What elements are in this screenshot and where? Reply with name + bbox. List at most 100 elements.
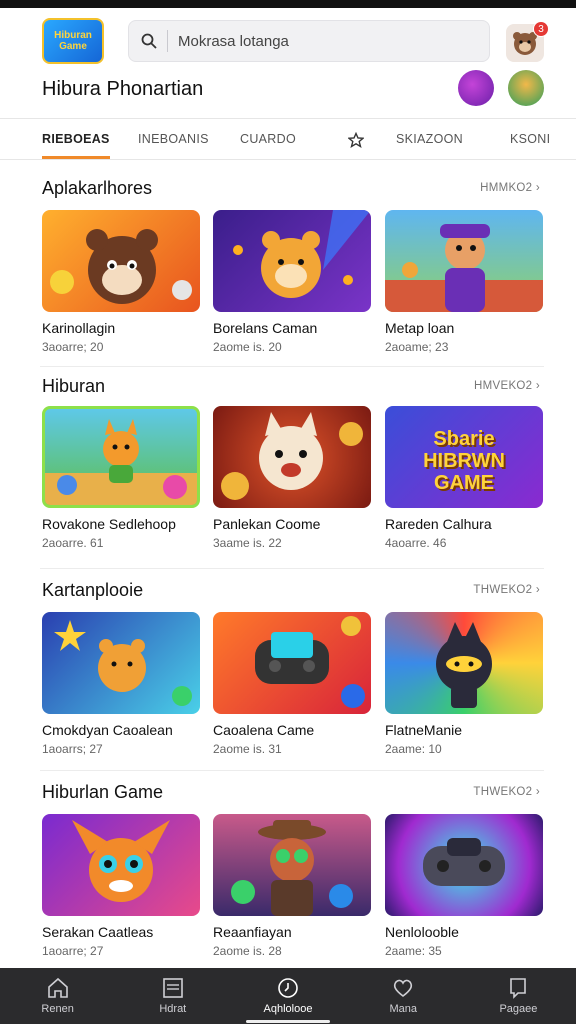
game-name: Rareden Calhura — [385, 516, 492, 532]
tab-ksoni[interactable]: KSONI — [510, 119, 550, 159]
game-card[interactable]: Caoalena Came 2aome is. 31 — [213, 612, 371, 756]
game-card[interactable]: Sbarie HIBRWN GAME Rareden Calhura 4aoar… — [385, 406, 543, 550]
game-card[interactable]: Panlekan Coome 3aame is. 22 — [213, 406, 371, 550]
hamster-character-icon — [233, 210, 371, 298]
game-name: Reaanfiayan — [213, 924, 292, 940]
game-thumbnail: Sbarie HIBRWN GAME — [385, 406, 543, 508]
game-meta: 1aoarre; 27 — [42, 944, 104, 958]
search-icon — [141, 33, 157, 49]
game-thumbnail — [213, 406, 371, 508]
fox-character-icon — [72, 820, 170, 902]
see-more-link[interactable]: THWEKO2 › — [473, 786, 540, 798]
game-name: Rovakone Sedlehoop — [42, 516, 176, 532]
game-card[interactable]: Reaanfiayan 2aome is. 28 — [213, 814, 371, 958]
game-meta: 2aome is. 31 — [213, 742, 282, 756]
brand-row: Hibura Phonartian — [0, 68, 576, 112]
character-avatar-icon[interactable] — [508, 70, 544, 106]
section-aplakarlhores: Aplakarlhores HMMKO2 › Karinollagin 3aoa… — [0, 160, 576, 366]
game-name: Cmokdyan Caoalean — [42, 722, 173, 738]
section-kartanplooie: Kartanplooie THWEKO2 › Cmokdyan Caoalean… — [0, 568, 576, 770]
game-meta: 2aome is. 28 — [213, 944, 282, 958]
game-meta: 2aame: 35 — [385, 944, 442, 958]
nav-pages[interactable]: Pagaee — [461, 968, 576, 1024]
tab-cuardo[interactable]: CUARDO — [240, 119, 296, 159]
section-title: Kartanplooie — [42, 580, 144, 600]
gamepad-icon — [255, 616, 365, 708]
game-thumbnail — [42, 612, 200, 714]
game-card[interactable]: Borelans Caman 2aome is. 20 — [213, 210, 371, 354]
category-tabs: RIEBOEAS INEBOANIS CUARDO SKIAZOON KSONI — [0, 118, 576, 160]
game-meta: 2aome is. 20 — [213, 340, 282, 354]
gamepad-icon — [423, 838, 505, 886]
status-bar — [0, 0, 576, 8]
tab-rieboeas[interactable]: RIEBOEAS — [42, 119, 110, 159]
game-thumbnail — [213, 612, 371, 714]
game-name: Serakan Caatleas — [42, 924, 154, 940]
hero-character-icon — [385, 224, 543, 312]
game-meta: 3aame is. 22 — [213, 536, 282, 550]
nav-home[interactable]: Renen — [0, 968, 115, 1024]
game-logo-art: Sbarie HIBRWN GAME — [423, 428, 505, 494]
notification-badge: 3 — [533, 21, 549, 37]
page-title: Hibura Phonartian — [42, 78, 204, 100]
game-thumbnail — [42, 210, 200, 312]
game-controller-icon[interactable] — [458, 70, 494, 106]
star-icon — [347, 131, 365, 148]
home-indicator — [246, 1020, 330, 1023]
tab-skiazoon[interactable]: SKIAZOON — [396, 119, 463, 159]
game-thumbnail — [385, 210, 543, 312]
bottom-nav: Renen Hdrat Aqhlolooe Mana Pagaee — [0, 968, 576, 1024]
clock-icon — [278, 978, 298, 998]
cat-character-icon — [221, 412, 363, 500]
game-meta: 2aame: 10 — [385, 742, 442, 756]
app-logo[interactable]: Hiburan Game — [42, 18, 104, 64]
search-input[interactable] — [178, 32, 458, 50]
game-thumbnail — [213, 814, 371, 916]
search-bar[interactable] — [128, 20, 490, 62]
game-card[interactable]: Karinollagin 3aoarre; 20 — [42, 210, 200, 354]
section-hiburan: Hiburan HMVEKO2 › Rovakone Sedlehoop 2ao… — [0, 366, 576, 568]
hamster-character-icon — [54, 620, 192, 706]
game-name: Panlekan Coome — [213, 516, 321, 532]
game-meta: 2aoame; 23 — [385, 340, 449, 354]
see-more-link[interactable]: THWEKO2 › — [473, 584, 540, 596]
game-thumbnail — [213, 210, 371, 312]
heart-icon — [394, 979, 413, 998]
game-card[interactable]: Serakan Caatleas 1aoarre; 27 — [42, 814, 200, 958]
game-name: Borelans Caman — [213, 320, 318, 336]
see-more-link[interactable]: HMMKO2 › — [480, 182, 540, 194]
game-card[interactable]: Nenlolooble 2aame: 35 — [385, 814, 543, 958]
bear-character-icon — [50, 229, 192, 304]
search-divider — [167, 30, 168, 52]
home-icon — [47, 977, 68, 998]
game-thumbnail — [42, 814, 200, 916]
ninja-character-icon — [436, 622, 492, 708]
tab-ineboanis[interactable]: INEBOANIS — [138, 119, 209, 159]
see-more-link[interactable]: HMVEKO2 › — [474, 380, 540, 392]
game-name: Karinollagin — [42, 320, 116, 336]
nav-activity[interactable]: Aqhlolooe — [230, 968, 345, 1024]
game-name: Caoalena Came — [213, 722, 315, 738]
page-icon — [510, 978, 527, 999]
game-card[interactable]: FlatneManie 2aame: 10 — [385, 612, 543, 756]
game-card[interactable]: Cmokdyan Caoalean 1aoarrs; 27 — [42, 612, 200, 756]
game-card[interactable]: Rovakone Sedlehoop 2aoarre. 61 — [42, 406, 200, 550]
game-meta: 2aoarre. 61 — [42, 536, 104, 550]
game-meta: 3aoarre; 20 — [42, 340, 104, 354]
game-name: Metap loan — [385, 320, 455, 336]
nav-list[interactable]: Hdrat — [115, 968, 230, 1024]
logo-text: Hiburan Game — [54, 30, 92, 52]
top-bar: Hiburan Game 3 — [0, 8, 576, 66]
game-card[interactable]: Metap loan 2aoame; 23 — [385, 210, 543, 354]
tab-favorites[interactable] — [347, 119, 365, 159]
fox-character-icon — [45, 419, 197, 505]
game-meta: 1aoarrs; 27 — [42, 742, 103, 756]
section-hiburlan-game: Hiburlan Game THWEKO2 › Serakan Caatleas… — [0, 770, 576, 966]
game-thumbnail — [385, 814, 543, 916]
game-thumbnail — [385, 612, 543, 714]
nav-favorites[interactable]: Mana — [346, 968, 461, 1024]
game-name: Nenlolooble — [385, 924, 459, 940]
game-meta: 4aoarre. 46 — [385, 536, 447, 550]
section-title: Hiburan — [42, 376, 106, 396]
section-title: Aplakarlhores — [42, 178, 153, 198]
